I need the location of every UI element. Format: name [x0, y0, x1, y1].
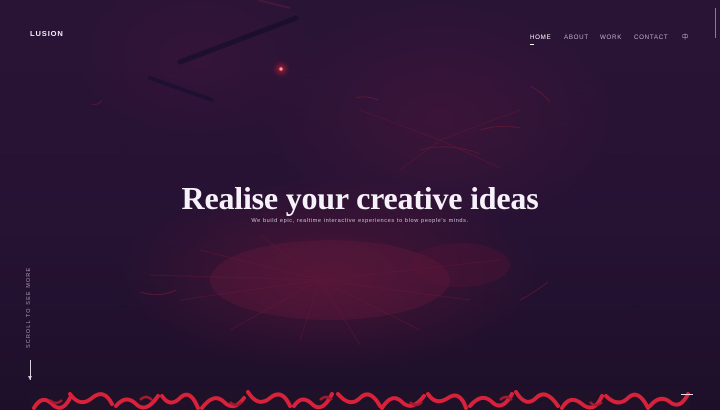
hero-subline: We build epic, realtime interactive expe…: [251, 218, 469, 224]
next-section-preview: [30, 390, 690, 410]
hero-section: LUSION HOME ABOUT WORK CONTACT 中 Realise…: [0, 0, 720, 410]
language-switch[interactable]: 中: [682, 34, 688, 42]
main-nav: HOME ABOUT WORK CONTACT: [0, 34, 720, 48]
nav-item-contact[interactable]: CONTACT: [634, 34, 668, 42]
nav-item-work[interactable]: WORK: [600, 34, 622, 42]
pattern-artwork: [30, 390, 690, 410]
menu-line-icon: [681, 394, 693, 395]
page-scrollbar[interactable]: [715, 8, 716, 38]
nav-item-home[interactable]: HOME: [530, 34, 551, 45]
arrow-down-icon: [28, 376, 32, 380]
scroll-hint-label: SCROLL TO SEE MORE: [26, 266, 32, 348]
hero-headline: Realise your creative ideas: [181, 180, 539, 216]
nav-item-about[interactable]: ABOUT: [564, 34, 589, 42]
